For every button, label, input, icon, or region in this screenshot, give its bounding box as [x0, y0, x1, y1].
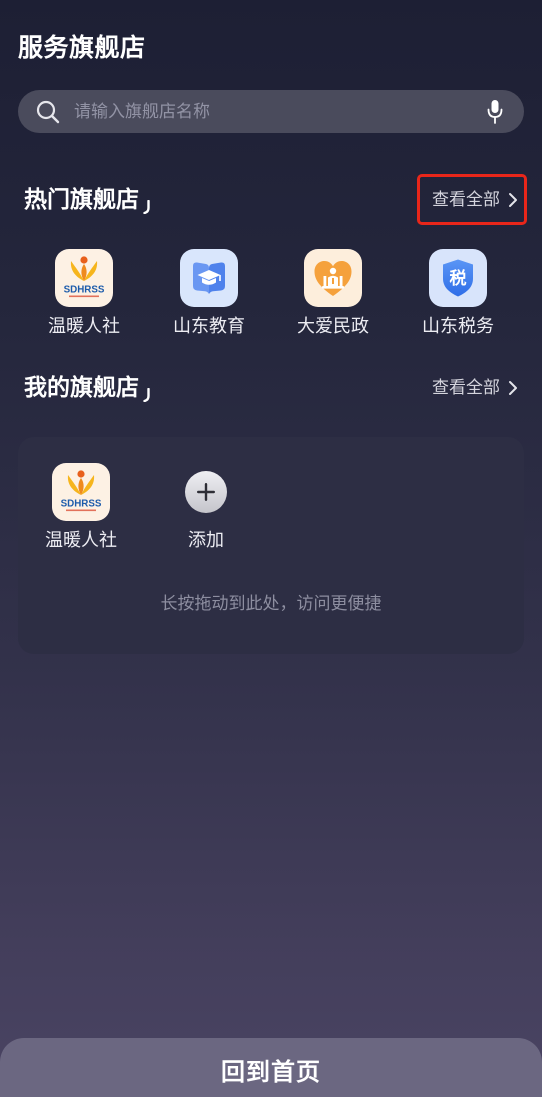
my-item-wennuan-renshe[interactable]: SDHRSS 温暖人社 — [31, 463, 131, 553]
app-label: 温暖人社 — [48, 316, 120, 337]
civil-affairs-heart-icon — [304, 249, 362, 307]
my-view-all-label: 查看全部 — [432, 378, 500, 398]
title-flourish-icon — [143, 200, 150, 214]
add-circle[interactable] — [185, 471, 227, 513]
sdhrss-logo-text: SDHRSS — [64, 285, 105, 296]
hot-item-daai-minzheng[interactable]: 大爱民政 — [283, 249, 383, 339]
sdhrss-logo-icon: SDHRSS — [55, 249, 113, 307]
chevron-right-icon — [509, 381, 517, 395]
hot-section-title-text: 热门旗舰店 — [24, 187, 139, 213]
my-section-title-text: 我的旗舰店 — [24, 375, 139, 401]
back-to-home-label: 回到首页 — [221, 1058, 321, 1086]
add-label: 添加 — [188, 530, 224, 551]
chevron-right-icon — [509, 193, 517, 207]
hot-view-all-label: 查看全部 — [432, 190, 500, 210]
sdhrss-logo-icon: SDHRSS — [52, 463, 110, 521]
hot-item-wennuan-renshe[interactable]: SDHRSS 温暖人社 — [34, 249, 134, 339]
add-flagship-button[interactable]: 添加 — [156, 463, 256, 553]
plus-icon — [197, 483, 215, 501]
microphone-icon[interactable] — [486, 99, 504, 125]
search-icon — [36, 100, 60, 124]
hot-section-title: 热门旗舰店 — [24, 184, 153, 216]
sdhrss-logo-text: SDHRSS — [61, 499, 102, 510]
back-to-home-button[interactable]: 回到首页 — [0, 1038, 542, 1097]
page-title: 服务旗舰店 — [18, 33, 146, 62]
hot-view-all-link[interactable]: 查看全部 — [432, 188, 518, 212]
app-label: 山东教育 — [173, 316, 245, 337]
my-section-title: 我的旗舰店 — [24, 372, 153, 404]
add-button-wrap — [177, 463, 235, 521]
my-view-all-link[interactable]: 查看全部 — [432, 376, 518, 400]
hot-item-shandong-shuiwu[interactable]: 税 山东税务 — [408, 249, 508, 339]
app-label: 温暖人社 — [45, 530, 117, 551]
app-label: 山东税务 — [422, 316, 494, 337]
education-book-icon — [180, 249, 238, 307]
search-input[interactable] — [74, 90, 464, 133]
my-flagship-card: SDHRSS 温暖人社 添加 长按拖动到此处，访问更便捷 — [18, 437, 524, 654]
title-flourish-icon — [143, 388, 150, 402]
tax-logo-text: 税 — [450, 268, 467, 289]
hot-item-shandong-jiaoyu[interactable]: 山东教育 — [159, 249, 259, 339]
app-label: 大爱民政 — [297, 316, 369, 337]
search-bar[interactable] — [18, 90, 524, 133]
tax-shield-icon: 税 — [429, 249, 487, 307]
drag-hint-text: 长按拖动到此处，访问更便捷 — [160, 594, 382, 614]
flagship-stores-screen: 服务旗舰店 热门旗舰店 查看全部 — [0, 0, 542, 1097]
